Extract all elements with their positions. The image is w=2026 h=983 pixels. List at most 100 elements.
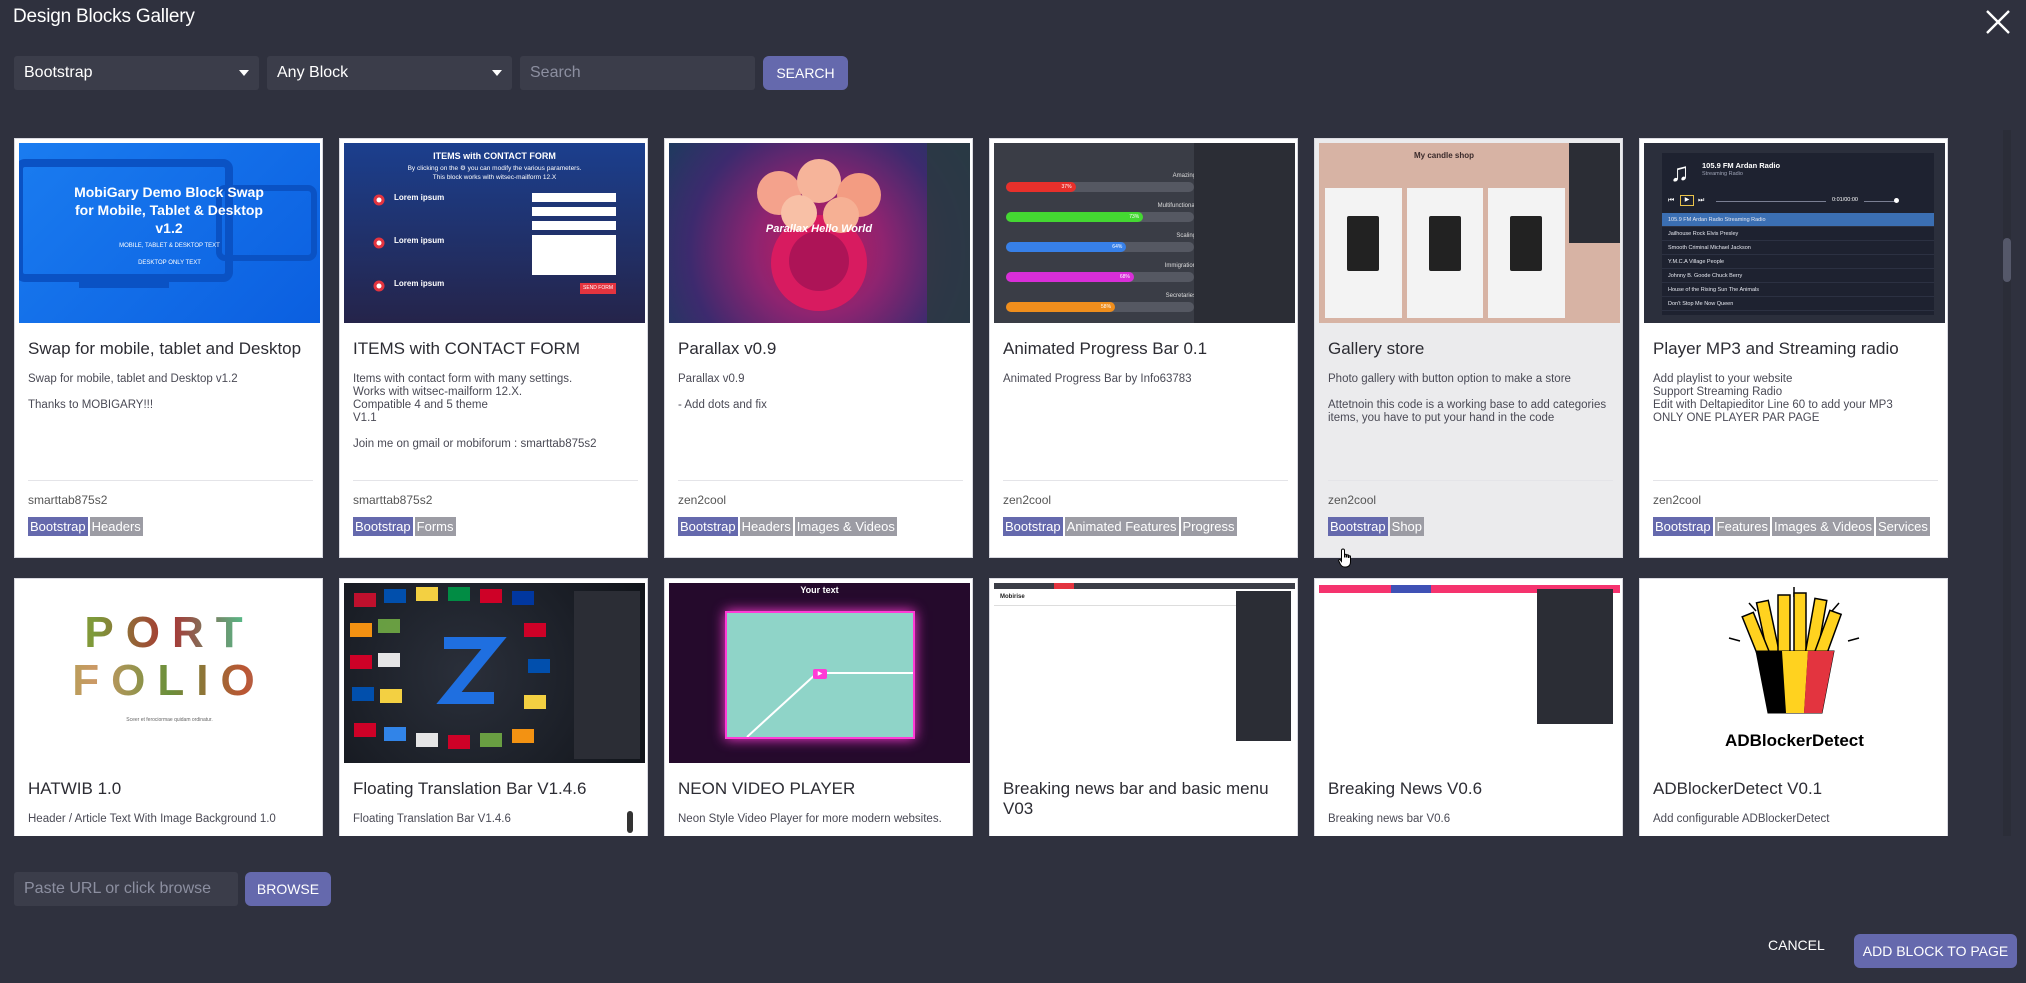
scrollbar-thumb[interactable] — [2003, 238, 2011, 282]
thumb-overlay-text: Parallax Hello World — [765, 223, 873, 235]
block-card[interactable]: PORT FOLIO Sceer et ferociormae quidam o… — [14, 578, 323, 836]
chevron-down-icon — [492, 70, 502, 76]
block-description: Header / Article Text With Image Backgro… — [28, 813, 276, 825]
block-card[interactable]: Mobirise Breaking news bar and basic men… — [989, 578, 1298, 836]
tag[interactable]: Forms — [414, 517, 456, 536]
thumb-playlist-item: Johnny B. Goode Chuck Berry — [1662, 269, 1934, 283]
block-title: Player MP3 and Streaming radio — [1653, 339, 1899, 358]
thumb-player: ♫ 105.9 FM Ardan Radio Streaming Radio ⏮… — [1662, 153, 1934, 315]
thumb-progress-row: Scaling 64% — [1006, 233, 1196, 263]
tag[interactable]: Shop — [1389, 517, 1425, 536]
thumb-progress-fill: 37% — [1006, 182, 1076, 192]
url-input[interactable] — [14, 872, 238, 906]
thumb-form: SEND FORM — [532, 193, 616, 294]
thumb-playlist-item: Y.M.C.A Village People — [1662, 255, 1934, 269]
tag[interactable]: Bootstrap — [678, 517, 738, 536]
tag[interactable]: Headers — [89, 517, 143, 536]
block-author: smarttab875s2 — [353, 493, 433, 507]
divider — [1328, 480, 1613, 481]
tag[interactable]: Headers — [739, 517, 793, 536]
block-description: Add configurable ADBlockerDetect — [1653, 813, 1830, 825]
block-thumbnail: Mobirise — [994, 583, 1295, 763]
block-card[interactable]: Floating Translation Bar V1.4.6 Floating… — [339, 578, 648, 836]
thumb-item — [372, 279, 386, 298]
tag[interactable]: Bootstrap — [353, 517, 413, 536]
block-card[interactable]: ITEMS with CONTACT FORM By clicking on t… — [339, 138, 648, 558]
thumb-sub: MOBILE, TABLET & DESKTOP TEXT — [119, 243, 220, 249]
block-title: Swap for mobile, tablet and Desktop — [28, 339, 302, 358]
block-author: zen2cool — [1328, 493, 1377, 507]
thumb-sub: By clicking on the ⚙ you can modify the … — [407, 165, 582, 172]
block-description: Add playlist to your website Support Str… — [1653, 373, 1893, 424]
block-title: Animated Progress Bar 0.1 — [1003, 339, 1208, 358]
tag[interactable]: Bootstrap — [28, 517, 88, 536]
thumb-progress-label: Immigration — [1164, 263, 1196, 269]
play-icon: ▶ — [813, 669, 827, 679]
search-input[interactable] — [520, 56, 755, 90]
block-card[interactable]: My candle shop Gallery store Photo galle… — [1314, 138, 1623, 558]
thumb-progress-label: Amazing — [1172, 173, 1196, 179]
block-thumbnail: My candle shop — [1319, 143, 1620, 323]
tag[interactable]: Progress — [1180, 517, 1237, 536]
block-card[interactable]: MobiGary Demo Block Swap for Mobile, Tab… — [14, 138, 323, 558]
thumb-time: 0:01/00:00 — [1832, 197, 1858, 203]
thumb-playlist-item: Smooth Criminal Michael Jackson — [1662, 241, 1934, 255]
tag[interactable]: Images & Videos — [1771, 517, 1875, 536]
thumb-sub: DESKTOP ONLY TEXT — [138, 260, 201, 266]
thumb-settings-panel — [1194, 143, 1295, 323]
block-card[interactable]: ADBlockerDetect ADBlockerDetect V0.1 Add… — [1639, 578, 1948, 836]
scrollbar-track[interactable] — [2003, 130, 2011, 836]
thumb-item-label: Lorem ipsum — [394, 279, 445, 288]
thumb-gallery — [1325, 188, 1566, 318]
divider — [678, 480, 963, 481]
thumb-playlist: 105.9 FM Ardan Radio Streaming Radio Jail… — [1662, 213, 1934, 311]
block-description: Floating Translation Bar V1.4.6 — [353, 813, 511, 825]
tag[interactable]: Features — [1714, 517, 1770, 536]
block-description: Breaking news bar V0.6 — [1328, 813, 1451, 825]
block-title: ADBlockerDetect V0.1 — [1653, 779, 1823, 798]
tag[interactable]: Bootstrap — [1653, 517, 1713, 536]
hand-cursor-icon — [1338, 548, 1354, 573]
block-card[interactable]: Breaking News V0.6 Breaking news bar V0.… — [1314, 578, 1623, 836]
thumb-station-sub: Streaming Radio — [1702, 171, 1743, 177]
thumb-progress-fill: 68% — [1006, 272, 1134, 282]
thumb-settings-panel — [1569, 143, 1620, 243]
thumb-progress-track: 58% — [1006, 302, 1194, 312]
thumb-item-label: Lorem ipsum — [394, 236, 445, 245]
block-thumbnail: MobiGary Demo Block Swap for Mobile, Tab… — [19, 143, 320, 323]
thumb-playlist-item: House of the Rising Sun The Animals — [1662, 283, 1934, 297]
url-bar: BROWSE — [14, 872, 331, 906]
search-button[interactable]: SEARCH — [763, 56, 848, 90]
thumb-playlist-item: 105.9 FM Ardan Radio Streaming Radio — [1662, 213, 1934, 227]
framework-select[interactable]: Bootstrap — [14, 56, 259, 90]
block-type-select[interactable]: Any Block — [267, 56, 512, 90]
browse-button[interactable]: BROWSE — [245, 872, 331, 906]
tag-list: Bootstrap Features Images & Videos Servi… — [1653, 517, 1943, 536]
block-title: HATWIB 1.0 — [28, 779, 122, 798]
block-thumbnail: Your text ▶ — [669, 583, 970, 763]
thumb-button: SEND FORM — [580, 283, 616, 294]
tag[interactable]: Services — [1876, 517, 1930, 536]
tag-list: Bootstrap Shop — [1328, 517, 1618, 536]
block-card[interactable]: Amazing 37% Multifunctional 73% Scaling 64% Im… — [989, 138, 1298, 558]
block-card[interactable]: Your text ▶ NEON VIDEO PLAYER Neon Style… — [664, 578, 973, 836]
thumb-word: FOLIO — [19, 659, 320, 703]
close-icon[interactable] — [1984, 8, 2012, 36]
block-card[interactable]: Parallax Hello World Parallax v0.9 Paral… — [664, 138, 973, 558]
thumb-brand: Mobirise — [1000, 594, 1025, 600]
block-card[interactable]: ♫ 105.9 FM Ardan Radio Streaming Radio ⏮… — [1639, 138, 1948, 558]
thumb-progress-row: Amazing 37% — [1006, 173, 1196, 203]
block-thumbnail — [344, 583, 645, 763]
tag[interactable]: Bootstrap — [1003, 517, 1063, 536]
cancel-button[interactable]: CANCEL — [1768, 937, 1825, 953]
tag[interactable]: Animated Features — [1064, 517, 1179, 536]
thumb-progress-row: Multifunctional 73% — [1006, 203, 1196, 233]
tag[interactable]: Bootstrap — [1328, 517, 1388, 536]
framework-select-value: Bootstrap — [24, 64, 93, 81]
thumb-sub: Sceer et ferociormae quidam ordinatur. — [126, 717, 213, 723]
tag[interactable]: Images & Videos — [794, 517, 897, 536]
add-block-button[interactable]: ADD BLOCK TO PAGE — [1854, 934, 2017, 968]
thumb-progress-fill: 73% — [1006, 212, 1144, 222]
block-title: Breaking News V0.6 — [1328, 779, 1483, 798]
block-thumbnail: ♫ 105.9 FM Ardan Radio Streaming Radio ⏮… — [1644, 143, 1945, 323]
